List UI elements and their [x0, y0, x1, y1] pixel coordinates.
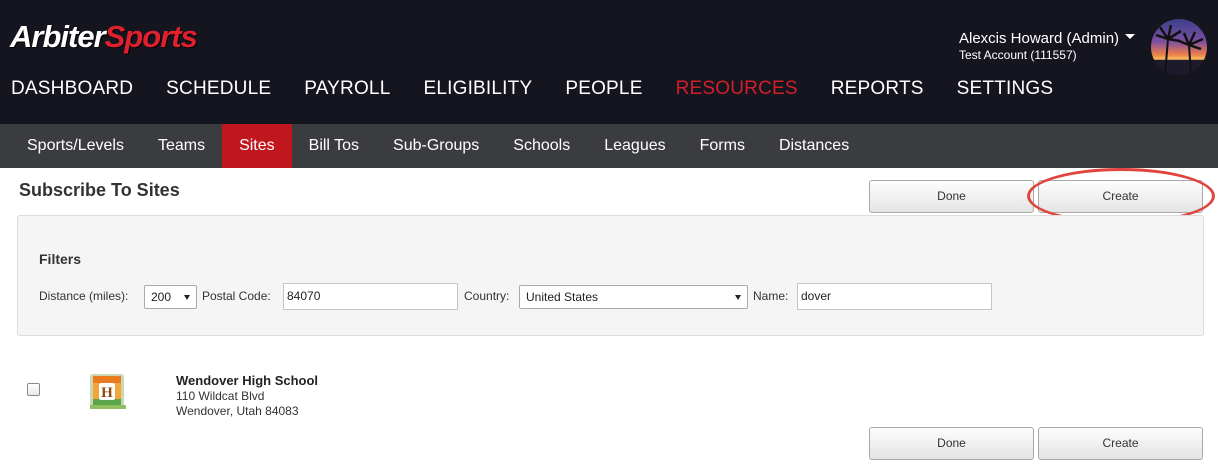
tab-teams[interactable]: Teams — [141, 124, 222, 168]
country-label: Country: — [464, 289, 510, 303]
arbitersports-logo[interactable]: ArbiterSports — [10, 19, 198, 55]
create-button-top[interactable]: Create — [1038, 180, 1203, 213]
distance-select-value: 200 — [151, 290, 172, 304]
site-address-line2: Wendover, Utah 84083 — [176, 404, 299, 418]
page-title: Subscribe To Sites — [19, 180, 180, 200]
done-button-bottom[interactable]: Done — [869, 427, 1034, 460]
site-name: Wendover High School — [176, 373, 319, 388]
name-input[interactable]: dover — [797, 283, 992, 310]
tab-forms[interactable]: Forms — [683, 124, 762, 168]
tab-sites[interactable]: Sites — [222, 124, 292, 168]
name-label: Name: — [753, 289, 789, 303]
nav-resources[interactable]: RESOURCES — [676, 78, 798, 104]
nav-settings[interactable]: SETTINGS — [957, 78, 1054, 104]
dropdown-arrow-icon — [735, 295, 741, 300]
avatar[interactable] — [1151, 19, 1207, 75]
nav-dashboard[interactable]: DASHBOARD — [11, 78, 133, 104]
filters-panel: Filters Distance (miles): 200 Postal Cod… — [17, 215, 1204, 336]
postal-code-input[interactable]: 84070 — [283, 283, 458, 310]
logo-text-part2: Sports — [104, 19, 198, 54]
nav-eligibility[interactable]: ELIGIBILITY — [423, 78, 532, 104]
nav-payroll[interactable]: PAYROLL — [304, 78, 390, 104]
done-button-top[interactable]: Done — [869, 180, 1034, 213]
tab-schools[interactable]: Schools — [496, 124, 587, 168]
distance-label: Distance (miles): — [39, 289, 129, 303]
country-select[interactable]: United States — [519, 285, 748, 309]
tab-sports-levels[interactable]: Sports/Levels — [0, 124, 141, 168]
top-header: ArbiterSports Alexcis Howard (Admin) Tes… — [0, 0, 1218, 124]
site-address: 110 Wildcat Blvd Wendover, Utah 84083 — [176, 389, 299, 419]
sub-navigation: Sports/Levels Teams Sites Bill Tos Sub-G… — [0, 124, 1218, 168]
nav-reports[interactable]: REPORTS — [831, 78, 924, 104]
country-select-value: United States — [526, 290, 599, 304]
user-account: Test Account (111557) — [959, 48, 1077, 62]
site-address-line1: 110 Wildcat Blvd — [176, 389, 265, 403]
tab-sub-groups[interactable]: Sub-Groups — [376, 124, 496, 168]
user-name-dropdown[interactable]: Alexcis Howard (Admin) — [959, 30, 1136, 47]
school-building-icon: H — [88, 371, 128, 411]
svg-text:H: H — [101, 385, 113, 401]
filters-title: Filters — [39, 251, 82, 267]
user-menu[interactable]: Alexcis Howard (Admin) Test Account (111… — [959, 30, 1136, 62]
logo-text-part1: Arbiter — [10, 19, 106, 54]
nav-people[interactable]: PEOPLE — [565, 78, 642, 104]
tab-bill-tos[interactable]: Bill Tos — [292, 124, 376, 168]
postal-code-label: Postal Code: — [202, 289, 271, 303]
create-button-bottom[interactable]: Create — [1038, 427, 1203, 460]
dropdown-arrow-icon — [184, 295, 190, 300]
site-select-checkbox[interactable] — [27, 383, 40, 396]
tab-leagues[interactable]: Leagues — [587, 124, 682, 168]
nav-schedule[interactable]: SCHEDULE — [166, 78, 271, 104]
tab-distances[interactable]: Distances — [762, 124, 866, 168]
caret-down-icon — [1125, 34, 1136, 39]
main-navigation: DASHBOARD SCHEDULE PAYROLL ELIGIBILITY P… — [0, 78, 1075, 104]
distance-select[interactable]: 200 — [144, 285, 197, 309]
user-name: Alexcis Howard (Admin) — [959, 30, 1120, 47]
avatar-palm-sunset-image — [1151, 24, 1207, 75]
